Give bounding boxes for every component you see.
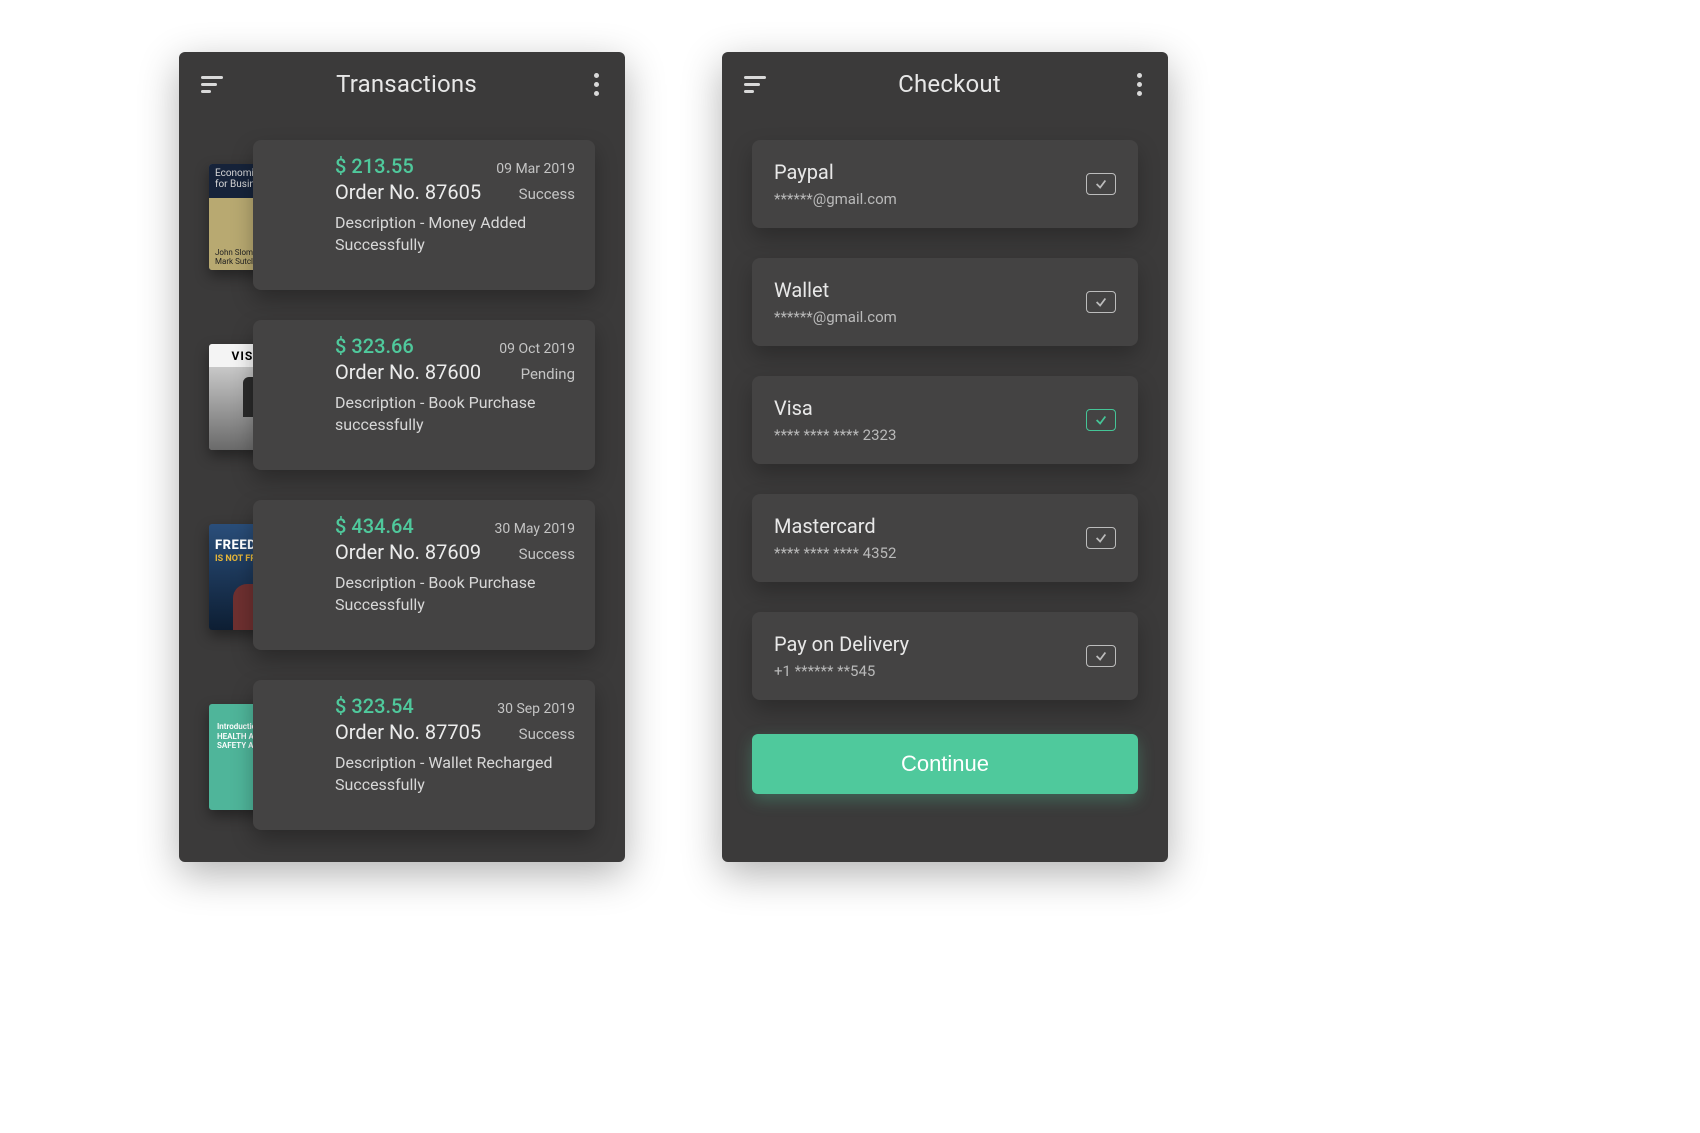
check-icon[interactable] xyxy=(1086,291,1116,313)
transaction-order: Order No. 87705 xyxy=(335,720,481,744)
transaction-card: $ 434.64 30 May 2019 Order No. 87609 Suc… xyxy=(253,500,595,650)
transaction-row[interactable]: $ 434.64 30 May 2019 Order No. 87609 Suc… xyxy=(209,500,595,650)
transaction-order: Order No. 87600 xyxy=(335,360,481,384)
payment-name: Paypal xyxy=(774,160,897,184)
page-title: Transactions xyxy=(223,70,590,98)
transaction-date: 09 Oct 2019 xyxy=(499,341,575,357)
transaction-order: Order No. 87609 xyxy=(335,540,481,564)
payment-method-mastercard[interactable]: Mastercard **** **** **** 4352 xyxy=(752,494,1138,582)
transaction-amount: $ 213.55 xyxy=(335,154,414,178)
transaction-amount: $ 323.54 xyxy=(335,694,414,718)
transaction-status: Success xyxy=(519,545,575,563)
payment-detail: ******@gmail.com xyxy=(774,190,897,208)
payment-method-wallet[interactable]: Wallet ******@gmail.com xyxy=(752,258,1138,346)
topbar: Transactions xyxy=(179,52,625,110)
transaction-row[interactable]: Introduction toHEALTH ANDSAFETY AT WORK … xyxy=(209,680,595,830)
checkout-screen: Checkout Paypal ******@gmail.com Wallet … xyxy=(722,52,1168,862)
payment-name: Wallet xyxy=(774,278,897,302)
transaction-date: 30 Sep 2019 xyxy=(497,701,575,717)
page-title: Checkout xyxy=(766,70,1133,98)
transaction-order: Order No. 87605 xyxy=(335,180,481,204)
payment-method-visa[interactable]: Visa **** **** **** 2323 xyxy=(752,376,1138,464)
transaction-list: Economicsfor BusinessJohn SlomanMark Sut… xyxy=(179,110,625,830)
transaction-description: Description - Money Added Successfully xyxy=(335,212,575,257)
transactions-screen: Transactions Economicsfor BusinessJohn S… xyxy=(179,52,625,862)
check-icon[interactable] xyxy=(1086,409,1116,431)
transaction-card: $ 323.66 09 Oct 2019 Order No. 87600 Pen… xyxy=(253,320,595,470)
transaction-date: 30 May 2019 xyxy=(494,521,575,537)
check-icon[interactable] xyxy=(1086,173,1116,195)
payment-method-list: Paypal ******@gmail.com Wallet ******@gm… xyxy=(722,110,1168,700)
transaction-row[interactable]: VISION $ 323.66 09 Oct 2019 Order No. 87… xyxy=(209,320,595,470)
check-icon[interactable] xyxy=(1086,527,1116,549)
transaction-status: Success xyxy=(519,725,575,743)
menu-icon[interactable] xyxy=(201,76,223,93)
payment-method-pay-on-delivery[interactable]: Pay on Delivery +1 ****** **545 xyxy=(752,612,1138,700)
transaction-description: Description - Book Purchase successfully xyxy=(335,392,575,437)
transaction-status: Pending xyxy=(521,365,575,383)
payment-detail: +1 ****** **545 xyxy=(774,662,909,680)
payment-name: Mastercard xyxy=(774,514,896,538)
transaction-card: $ 213.55 09 Mar 2019 Order No. 87605 Suc… xyxy=(253,140,595,290)
transaction-row[interactable]: Economicsfor BusinessJohn SlomanMark Sut… xyxy=(209,140,595,290)
check-icon[interactable] xyxy=(1086,645,1116,667)
transaction-description: Description - Book Purchase Successfully xyxy=(335,572,575,617)
transaction-description: Description - Wallet Recharged Successfu… xyxy=(335,752,575,797)
transaction-amount: $ 323.66 xyxy=(335,334,414,358)
transaction-amount: $ 434.64 xyxy=(335,514,414,538)
payment-method-paypal[interactable]: Paypal ******@gmail.com xyxy=(752,140,1138,228)
continue-button[interactable]: Continue xyxy=(752,734,1138,794)
payment-detail: **** **** **** 4352 xyxy=(774,544,896,562)
payment-name: Pay on Delivery xyxy=(774,632,909,656)
menu-icon[interactable] xyxy=(744,76,766,93)
more-icon[interactable] xyxy=(1133,69,1146,100)
transaction-status: Success xyxy=(519,185,575,203)
payment-detail: **** **** **** 2323 xyxy=(774,426,896,444)
more-icon[interactable] xyxy=(590,69,603,100)
payment-name: Visa xyxy=(774,396,896,420)
transaction-date: 09 Mar 2019 xyxy=(496,161,575,177)
payment-detail: ******@gmail.com xyxy=(774,308,897,326)
transaction-card: $ 323.54 30 Sep 2019 Order No. 87705 Suc… xyxy=(253,680,595,830)
topbar: Checkout xyxy=(722,52,1168,110)
